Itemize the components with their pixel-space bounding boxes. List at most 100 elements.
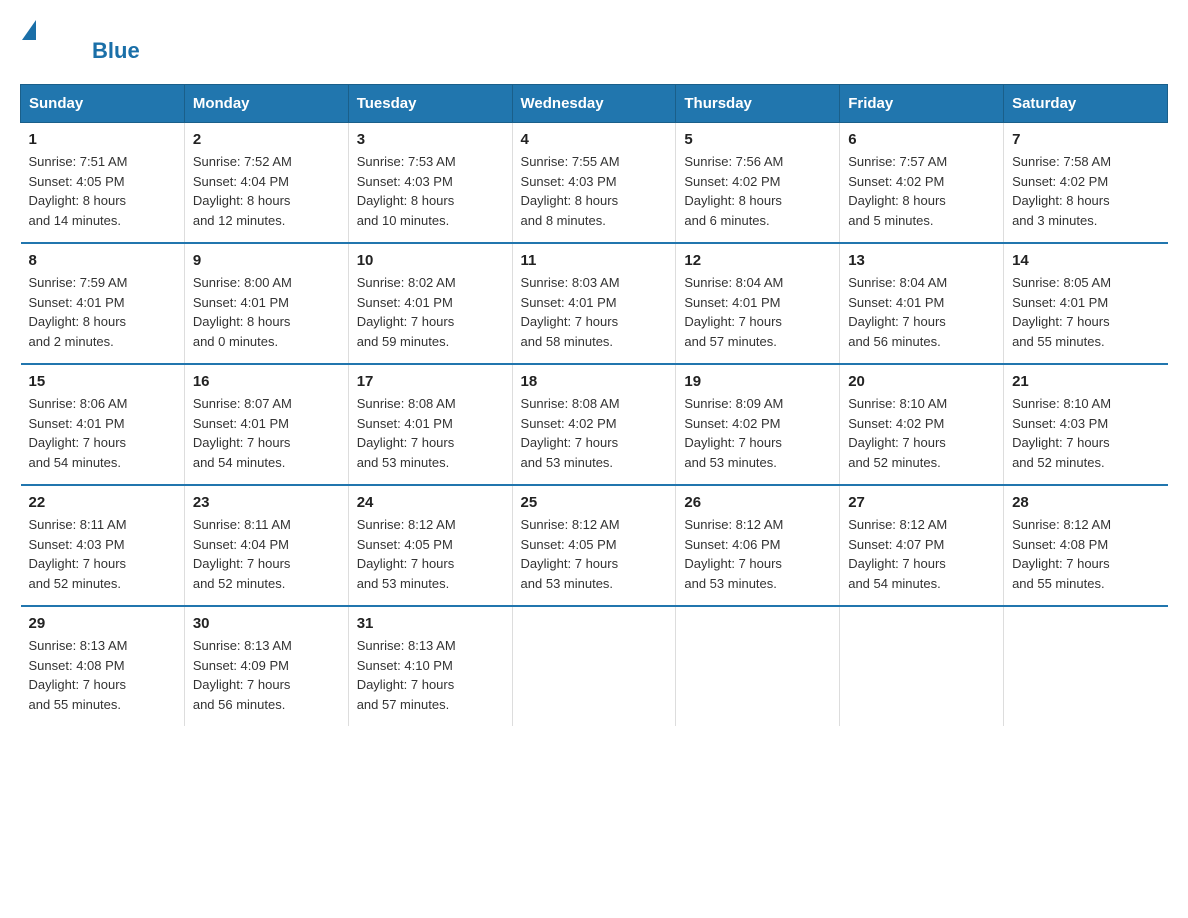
calendar-day-cell: 8 Sunrise: 7:59 AMSunset: 4:01 PMDayligh… — [21, 243, 185, 364]
day-info: Sunrise: 8:12 AMSunset: 4:06 PMDaylight:… — [684, 515, 831, 593]
day-number: 2 — [193, 131, 340, 148]
day-info: Sunrise: 8:04 AMSunset: 4:01 PMDaylight:… — [848, 273, 995, 351]
col-saturday: Saturday — [1004, 85, 1168, 123]
calendar-day-cell: 21 Sunrise: 8:10 AMSunset: 4:03 PMDaylig… — [1004, 364, 1168, 485]
day-info: Sunrise: 8:13 AMSunset: 4:08 PMDaylight:… — [29, 636, 176, 714]
calendar-day-cell: 19 Sunrise: 8:09 AMSunset: 4:02 PMDaylig… — [676, 364, 840, 485]
calendar-day-cell: 17 Sunrise: 8:08 AMSunset: 4:01 PMDaylig… — [348, 364, 512, 485]
logo-bottom-text: Blue — [92, 38, 140, 64]
day-info: Sunrise: 7:52 AMSunset: 4:04 PMDaylight:… — [193, 152, 340, 230]
day-info: Sunrise: 8:07 AMSunset: 4:01 PMDaylight:… — [193, 394, 340, 472]
calendar-day-cell: 18 Sunrise: 8:08 AMSunset: 4:02 PMDaylig… — [512, 364, 676, 485]
calendar-day-cell: 30 Sunrise: 8:13 AMSunset: 4:09 PMDaylig… — [184, 606, 348, 726]
calendar-day-cell: 28 Sunrise: 8:12 AMSunset: 4:08 PMDaylig… — [1004, 485, 1168, 606]
calendar-day-cell: 6 Sunrise: 7:57 AMSunset: 4:02 PMDayligh… — [840, 123, 1004, 244]
calendar-week-row: 15 Sunrise: 8:06 AMSunset: 4:01 PMDaylig… — [21, 364, 1168, 485]
day-info: Sunrise: 8:00 AMSunset: 4:01 PMDaylight:… — [193, 273, 340, 351]
day-info: Sunrise: 8:12 AMSunset: 4:07 PMDaylight:… — [848, 515, 995, 593]
day-number: 31 — [357, 615, 504, 632]
day-number: 27 — [848, 494, 995, 511]
calendar-day-cell: 1 Sunrise: 7:51 AMSunset: 4:05 PMDayligh… — [21, 123, 185, 244]
day-info: Sunrise: 7:57 AMSunset: 4:02 PMDaylight:… — [848, 152, 995, 230]
day-info: Sunrise: 7:56 AMSunset: 4:02 PMDaylight:… — [684, 152, 831, 230]
day-number: 22 — [29, 494, 176, 511]
day-info: Sunrise: 8:05 AMSunset: 4:01 PMDaylight:… — [1012, 273, 1159, 351]
calendar-header-row: Sunday Monday Tuesday Wednesday Thursday… — [21, 85, 1168, 123]
day-number: 30 — [193, 615, 340, 632]
day-number: 26 — [684, 494, 831, 511]
calendar-week-row: 1 Sunrise: 7:51 AMSunset: 4:05 PMDayligh… — [21, 123, 1168, 244]
page-header: Blue — [20, 20, 1168, 64]
day-info: Sunrise: 7:59 AMSunset: 4:01 PMDaylight:… — [29, 273, 176, 351]
col-friday: Friday — [840, 85, 1004, 123]
day-info: Sunrise: 8:11 AMSunset: 4:03 PMDaylight:… — [29, 515, 176, 593]
calendar-day-cell: 9 Sunrise: 8:00 AMSunset: 4:01 PMDayligh… — [184, 243, 348, 364]
calendar-day-cell: 31 Sunrise: 8:13 AMSunset: 4:10 PMDaylig… — [348, 606, 512, 726]
col-thursday: Thursday — [676, 85, 840, 123]
day-number: 12 — [684, 252, 831, 269]
day-info: Sunrise: 7:51 AMSunset: 4:05 PMDaylight:… — [29, 152, 176, 230]
logo-top — [20, 20, 38, 42]
calendar-week-row: 8 Sunrise: 7:59 AMSunset: 4:01 PMDayligh… — [21, 243, 1168, 364]
calendar-day-cell: 25 Sunrise: 8:12 AMSunset: 4:05 PMDaylig… — [512, 485, 676, 606]
calendar-day-cell — [1004, 606, 1168, 726]
calendar-day-cell: 15 Sunrise: 8:06 AMSunset: 4:01 PMDaylig… — [21, 364, 185, 485]
calendar-day-cell — [512, 606, 676, 726]
calendar-day-cell: 13 Sunrise: 8:04 AMSunset: 4:01 PMDaylig… — [840, 243, 1004, 364]
day-info: Sunrise: 8:12 AMSunset: 4:05 PMDaylight:… — [521, 515, 668, 593]
day-info: Sunrise: 8:06 AMSunset: 4:01 PMDaylight:… — [29, 394, 176, 472]
day-info: Sunrise: 8:10 AMSunset: 4:03 PMDaylight:… — [1012, 394, 1159, 472]
calendar-day-cell: 11 Sunrise: 8:03 AMSunset: 4:01 PMDaylig… — [512, 243, 676, 364]
calendar-day-cell: 7 Sunrise: 7:58 AMSunset: 4:02 PMDayligh… — [1004, 123, 1168, 244]
calendar-day-cell: 5 Sunrise: 7:56 AMSunset: 4:02 PMDayligh… — [676, 123, 840, 244]
calendar-week-row: 22 Sunrise: 8:11 AMSunset: 4:03 PMDaylig… — [21, 485, 1168, 606]
calendar-day-cell: 12 Sunrise: 8:04 AMSunset: 4:01 PMDaylig… — [676, 243, 840, 364]
day-number: 18 — [521, 373, 668, 390]
day-info: Sunrise: 8:10 AMSunset: 4:02 PMDaylight:… — [848, 394, 995, 472]
col-monday: Monday — [184, 85, 348, 123]
day-info: Sunrise: 8:13 AMSunset: 4:09 PMDaylight:… — [193, 636, 340, 714]
day-info: Sunrise: 8:08 AMSunset: 4:02 PMDaylight:… — [521, 394, 668, 472]
day-info: Sunrise: 8:04 AMSunset: 4:01 PMDaylight:… — [684, 273, 831, 351]
day-number: 3 — [357, 131, 504, 148]
day-number: 28 — [1012, 494, 1159, 511]
calendar-day-cell: 3 Sunrise: 7:53 AMSunset: 4:03 PMDayligh… — [348, 123, 512, 244]
day-info: Sunrise: 8:03 AMSunset: 4:01 PMDaylight:… — [521, 273, 668, 351]
day-number: 8 — [29, 252, 176, 269]
day-number: 4 — [521, 131, 668, 148]
day-number: 16 — [193, 373, 340, 390]
day-info: Sunrise: 7:58 AMSunset: 4:02 PMDaylight:… — [1012, 152, 1159, 230]
day-number: 5 — [684, 131, 831, 148]
day-info: Sunrise: 8:09 AMSunset: 4:02 PMDaylight:… — [684, 394, 831, 472]
day-number: 25 — [521, 494, 668, 511]
col-tuesday: Tuesday — [348, 85, 512, 123]
day-number: 14 — [1012, 252, 1159, 269]
day-info: Sunrise: 7:55 AMSunset: 4:03 PMDaylight:… — [521, 152, 668, 230]
calendar-day-cell: 20 Sunrise: 8:10 AMSunset: 4:02 PMDaylig… — [840, 364, 1004, 485]
day-info: Sunrise: 8:13 AMSunset: 4:10 PMDaylight:… — [357, 636, 504, 714]
day-number: 7 — [1012, 131, 1159, 148]
day-number: 6 — [848, 131, 995, 148]
day-number: 9 — [193, 252, 340, 269]
day-number: 10 — [357, 252, 504, 269]
col-wednesday: Wednesday — [512, 85, 676, 123]
calendar-day-cell: 2 Sunrise: 7:52 AMSunset: 4:04 PMDayligh… — [184, 123, 348, 244]
calendar-day-cell: 4 Sunrise: 7:55 AMSunset: 4:03 PMDayligh… — [512, 123, 676, 244]
day-number: 24 — [357, 494, 504, 511]
calendar-day-cell: 27 Sunrise: 8:12 AMSunset: 4:07 PMDaylig… — [840, 485, 1004, 606]
calendar-day-cell: 29 Sunrise: 8:13 AMSunset: 4:08 PMDaylig… — [21, 606, 185, 726]
calendar-day-cell: 16 Sunrise: 8:07 AMSunset: 4:01 PMDaylig… — [184, 364, 348, 485]
day-number: 21 — [1012, 373, 1159, 390]
day-info: Sunrise: 8:11 AMSunset: 4:04 PMDaylight:… — [193, 515, 340, 593]
day-number: 15 — [29, 373, 176, 390]
day-number: 13 — [848, 252, 995, 269]
calendar-day-cell: 24 Sunrise: 8:12 AMSunset: 4:05 PMDaylig… — [348, 485, 512, 606]
day-info: Sunrise: 8:12 AMSunset: 4:08 PMDaylight:… — [1012, 515, 1159, 593]
day-number: 19 — [684, 373, 831, 390]
calendar-day-cell — [840, 606, 1004, 726]
day-info: Sunrise: 8:12 AMSunset: 4:05 PMDaylight:… — [357, 515, 504, 593]
day-number: 23 — [193, 494, 340, 511]
day-number: 20 — [848, 373, 995, 390]
day-number: 1 — [29, 131, 176, 148]
calendar-day-cell: 26 Sunrise: 8:12 AMSunset: 4:06 PMDaylig… — [676, 485, 840, 606]
